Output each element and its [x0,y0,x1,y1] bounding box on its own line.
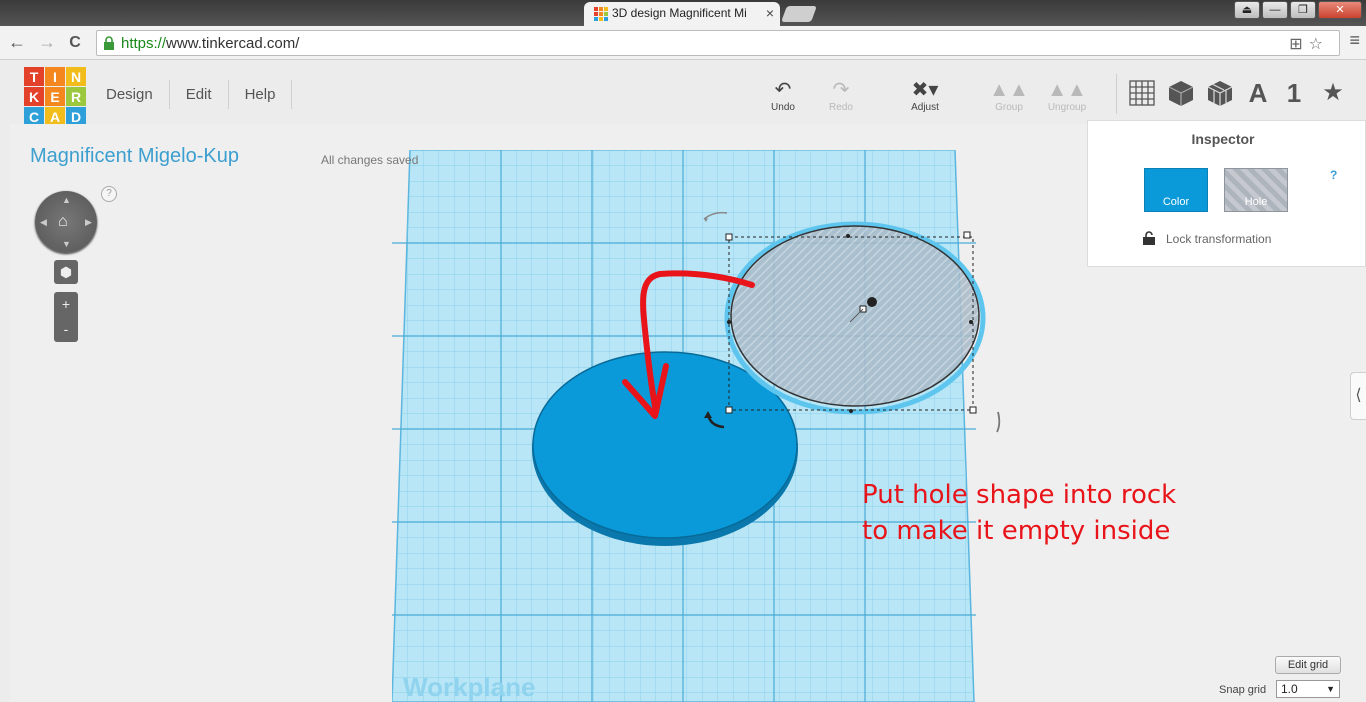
save-status: All changes saved [321,153,419,167]
collapse-panel-chevron-icon[interactable]: ⟨ [1350,372,1366,420]
browser-menu-icon[interactable]: ≡ [1349,30,1360,51]
logo-letter: R [66,87,86,106]
logo-letter: T [24,67,44,86]
snap-grid-value: 1.0 [1281,682,1298,696]
close-window-button[interactable]: ✕ [1318,1,1362,19]
window-controls: ⏏ — ❐ ✕ [1234,1,1362,19]
workplane-label: Workplane [403,672,536,702]
tinkercad-favicon-icon [594,7,608,21]
undo-label: Undo [771,102,795,113]
undo-button[interactable]: ↶ Undo [756,78,810,113]
grid-icon[interactable] [1127,78,1157,108]
ungroup-label: Ungroup [1047,102,1087,113]
adjust-tools-icon: ✖▾ [911,79,939,101]
minimize-button[interactable]: — [1262,1,1288,19]
logo-letter: I [45,67,65,86]
workplane-grid[interactable] [392,150,976,702]
annotation-line-1: Put hole shape into rock [862,480,1177,510]
pan-up-icon[interactable]: ▲ [62,195,71,205]
forward-button[interactable]: → [36,32,58,53]
text-A-icon[interactable]: A [1243,78,1273,108]
snap-grid-label: Snap grid [1219,684,1267,696]
padlock-icon [1143,231,1155,245]
url-input[interactable]: https://www.tinkercad.com/ ⊞☆ [96,30,1340,56]
new-tab-button[interactable] [781,6,817,22]
edit-grid-button[interactable]: Edit grid [1275,656,1341,674]
project-title[interactable]: Magnificent Migelo-Kup [30,145,239,168]
undo-icon: ↶ [774,79,792,101]
group-button[interactable]: ▲▲ Group [982,78,1036,113]
inspector-title: Inspector [1191,131,1255,147]
redo-label: Redo [829,102,853,113]
view-navigation-wheel[interactable]: ▲ ▼ ◀ ▶ ⌂ [35,191,97,253]
user-icon[interactable]: ⏏ [1234,1,1260,19]
adjust-button[interactable]: ✖▾ Adjust [898,78,952,113]
inspector-help-icon[interactable]: ? [1330,168,1337,182]
ungroup-button[interactable]: ▲▲ Ungroup [1040,78,1094,113]
tab-title: 3D design Magnificent Mi [612,6,747,20]
snap-grid-select[interactable]: 1.0 ▼ [1276,680,1340,698]
box-icon[interactable] [1166,78,1196,108]
redo-icon: ↷ [832,79,850,101]
lock-transformation-toggle[interactable]: Lock transformation [1142,231,1271,246]
logo-letter: N [66,67,86,86]
pan-right-icon[interactable]: ▶ [85,217,92,228]
star-icon[interactable]: ★ [1318,78,1348,108]
pan-down-icon[interactable]: ▼ [62,239,71,249]
browser-tab[interactable]: 3D design Magnificent Mi × [584,2,780,26]
menu-edit[interactable]: Edit [170,80,229,109]
secure-lock-icon [104,36,114,50]
maximize-button[interactable]: ❐ [1290,1,1316,19]
reload-button[interactable]: C [64,34,86,52]
number-1-icon[interactable]: 1 [1279,78,1309,108]
inspector-panel: Inspector Color Hole ? Lock transformati… [1087,120,1366,267]
navigation-help-icon[interactable]: ? [101,186,117,202]
wireframe-box-icon[interactable] [1205,78,1235,108]
main-menu: Design Edit Help [90,80,293,109]
back-button[interactable]: ← [6,32,28,53]
menu-design[interactable]: Design [90,80,170,109]
redo-button[interactable]: ↷ Redo [814,78,868,113]
group-label: Group [995,102,1023,113]
address-bar: ← → C https://www.tinkercad.com/ ⊞☆ ≡ [0,26,1366,60]
browser-title-bar: 3D design Magnificent Mi × ⏏ — ❐ ✕ [0,0,1366,26]
menu-help[interactable]: Help [229,80,293,109]
tinkercad-logo[interactable]: TINKERCAD [24,67,86,127]
fit-view-cube-icon[interactable]: ⬢ [54,260,78,284]
zoom-controls: + - [54,292,78,342]
tab-close-icon[interactable]: × [766,5,774,21]
group-icon: ▲▲ [989,79,1029,101]
red-annotation-text: Put hole shape into rock to make it empt… [862,477,1176,549]
translate-bookmark-icons[interactable]: ⊞☆ [1289,34,1329,54]
color-swatch-button[interactable]: Color [1144,168,1208,212]
chevron-down-icon: ▼ [1326,684,1335,694]
zoom-in-button[interactable]: + [54,292,78,317]
hole-swatch-button[interactable]: Hole [1224,168,1288,212]
url-scheme: https:// [121,35,167,52]
logo-letter: K [24,87,44,106]
annotation-line-2: to make it empty inside [862,516,1171,546]
zoom-out-button[interactable]: - [54,317,78,342]
ungroup-icon: ▲▲ [1047,79,1087,101]
url-host: www.tinkercad.com/ [166,35,300,52]
pan-left-icon[interactable]: ◀ [40,217,47,228]
adjust-label: Adjust [911,102,939,113]
lock-transformation-label: Lock transformation [1166,232,1272,246]
home-view-icon[interactable]: ⌂ [58,213,68,231]
toolbar-divider [1116,74,1117,114]
logo-letter: E [45,87,65,106]
